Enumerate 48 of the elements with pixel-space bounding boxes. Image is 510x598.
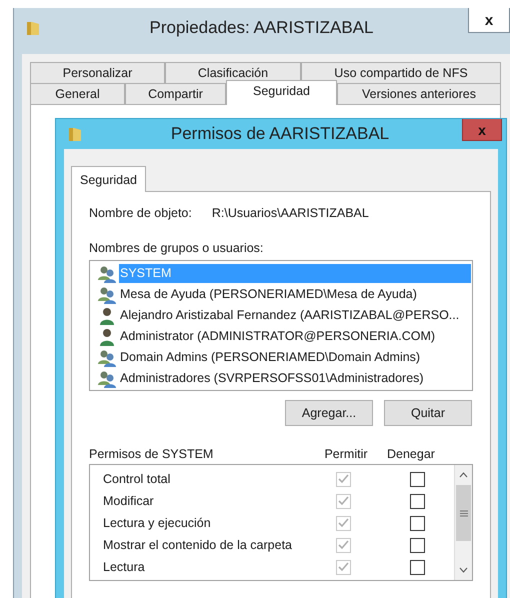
deny-checkbox[interactable]: [410, 516, 424, 530]
tab[interactable]: Uso compartido de NFS: [301, 62, 501, 83]
list-item[interactable]: Administradores (SVRPERSOFSS01\Administradores): [119, 369, 471, 388]
deny-checkbox[interactable]: [410, 472, 424, 486]
close-button[interactable]: x: [462, 119, 502, 141]
group-icon: [97, 348, 117, 366]
permission-name: Control total: [103, 472, 172, 486]
deny-checkbox[interactable]: [410, 538, 424, 552]
tab[interactable]: General: [30, 83, 125, 104]
column-header: Denegar: [386, 447, 436, 461]
deny-checkbox[interactable]: [410, 494, 424, 508]
scroll-down-icon[interactable]: [459, 567, 468, 573]
user-icon: [97, 306, 117, 324]
group-icon: [97, 370, 117, 388]
dialog-title: Permisos de AARISTIZABAL: [170, 124, 390, 144]
tab[interactable]: Versiones anteriores: [337, 83, 501, 104]
folder-icon: [68, 126, 82, 142]
permission-name: Mostrar el contenido de la carpeta: [103, 538, 293, 552]
grip-icon: [460, 510, 468, 516]
scrollbar-thumb[interactable]: [456, 485, 471, 541]
tab[interactable]: Seguridad: [71, 166, 146, 192]
group-icon: [97, 264, 117, 282]
permission-name: Lectura: [103, 560, 146, 574]
scrollbar[interactable]: [454, 465, 472, 580]
deny-checkbox[interactable]: [410, 560, 424, 574]
principals-label: Nombres de grupos o usuarios:: [89, 241, 264, 255]
tab[interactable]: Seguridad: [226, 80, 337, 105]
dialog-button[interactable]: Agregar...: [285, 400, 373, 426]
list-item[interactable]: Administrator (ADMINISTRATOR@PERSONERIA.COM): [119, 327, 471, 346]
object-name: R:\Usuarios\AARISTIZABAL: [212, 206, 369, 220]
tab[interactable]: Clasificación: [165, 62, 301, 83]
folder-icon: [26, 20, 40, 36]
column-header: Permitir: [323, 447, 369, 461]
scroll-up-icon[interactable]: [459, 472, 468, 478]
tab[interactable]: Compartir: [125, 83, 226, 104]
list-item[interactable]: Domain Admins (PERSONERIAMED\Domain Admins): [119, 348, 471, 367]
list-item[interactable]: Alejandro Aristizabal Fernandez (AARISTIZABAL@PERSO...: [119, 306, 471, 325]
object-name-label: Nombre de objeto:: [89, 206, 192, 220]
dialog-button[interactable]: Quitar: [384, 400, 472, 426]
close-button[interactable]: x: [468, 8, 510, 33]
tab[interactable]: Personalizar: [30, 62, 165, 83]
user-icon: [97, 328, 117, 346]
permission-name: Lectura y ejecución: [103, 516, 212, 530]
permissions-label: Permisos de SYSTEM: [89, 447, 214, 461]
group-icon: [97, 286, 117, 304]
window-title: Propiedades: AARISTIZABAL: [150, 18, 374, 38]
list-item[interactable]: Mesa de Ayuda (PERSONERIAMED\Mesa de Ayuda): [119, 285, 471, 304]
permission-name: Modificar: [103, 494, 155, 508]
